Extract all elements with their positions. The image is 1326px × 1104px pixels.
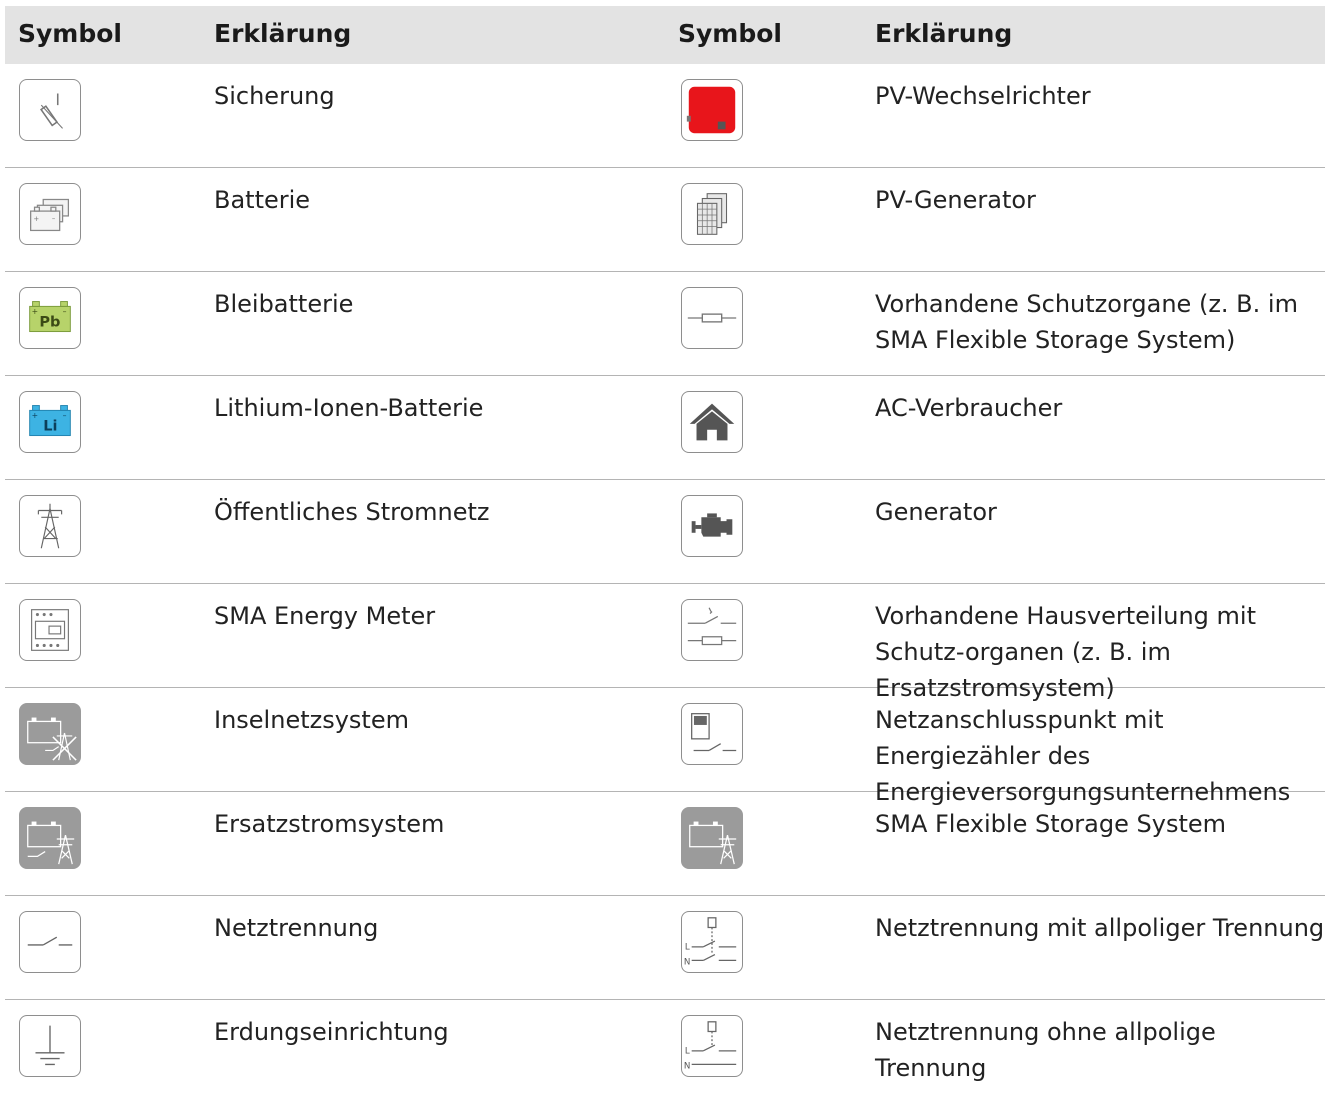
table-row: + – Batterie PV-Generator xyxy=(5,168,1325,272)
energy-meter-icon xyxy=(19,599,81,661)
row-label: PV-Generator xyxy=(875,186,1036,214)
row-label: Netztrennung mit allpoliger Trennung xyxy=(875,914,1325,942)
svg-text:Li: Li xyxy=(43,419,57,435)
header-explanation-right: Erklärung xyxy=(875,19,1013,48)
table-row: Sicherung PV-Wechselrichter xyxy=(5,64,1325,168)
row-label: AC-Verbraucher xyxy=(875,394,1063,422)
header-explanation-left: Erklärung xyxy=(214,19,352,48)
table-row: Netztrennung LN Netztrennung mit allpoli… xyxy=(5,896,1325,1000)
table-header: Symbol Erklärung Symbol Erklärung xyxy=(5,6,1325,64)
all-pole-disconnect-icon: LN xyxy=(681,911,743,973)
svg-text:N: N xyxy=(684,957,691,967)
fuse-icon xyxy=(19,79,81,141)
grid-connection-meter-icon xyxy=(681,703,743,765)
row-label: Batterie xyxy=(214,186,311,214)
row-label: SMA Flexible Storage System xyxy=(875,810,1226,838)
row-label: Sicherung xyxy=(214,82,335,110)
svg-text:+: + xyxy=(34,215,40,223)
row-label: Lithium-Ionen-Batterie xyxy=(214,394,484,422)
pv-inverter-icon xyxy=(681,79,743,141)
table-row: Li + – Lithium-Ionen-Batterie AC-Verbrau… xyxy=(5,376,1325,480)
non-all-pole-disconnect-icon: LN xyxy=(681,1015,743,1077)
distribution-board-icon xyxy=(681,599,743,661)
grounding-icon xyxy=(19,1015,81,1077)
row-label: Generator xyxy=(875,498,997,526)
table-row: Inselnetzsystem Netzanschlusspunkt mit E… xyxy=(5,688,1325,806)
battery-icon: + – xyxy=(19,183,81,245)
row-label: Vorhandene Schutzorgane (z. B. im SMA Fl… xyxy=(875,290,1298,354)
svg-text:–: – xyxy=(63,307,67,316)
row-label: Netztrennung xyxy=(214,914,379,942)
table-row: Pb + – Bleibatterie Vorhandene Schutzorg… xyxy=(5,272,1325,376)
row-label: Netztrennung ohne allpolige Trennung xyxy=(875,1018,1216,1082)
row-label: PV-Wechselrichter xyxy=(875,82,1091,110)
backup-system-icon xyxy=(19,807,81,869)
flexible-storage-icon xyxy=(681,807,743,869)
svg-text:+: + xyxy=(32,411,38,420)
svg-text:–: – xyxy=(52,215,56,223)
row-label: SMA Energy Meter xyxy=(214,602,436,630)
symbol-table: Symbol Erklärung Symbol Erklärung Sicher… xyxy=(5,6,1325,1104)
off-grid-system-icon xyxy=(19,703,81,765)
pv-generator-icon xyxy=(681,183,743,245)
svg-text:N: N xyxy=(684,1061,691,1071)
row-label: Ersatzstromsystem xyxy=(214,810,445,838)
svg-text:–: – xyxy=(63,411,67,420)
row-label: Öffentliches Stromnetz xyxy=(214,498,490,526)
svg-text:L: L xyxy=(685,943,690,953)
header-symbol-right: Symbol xyxy=(678,19,782,48)
row-label: Inselnetzsystem xyxy=(214,706,409,734)
svg-text:+: + xyxy=(32,307,38,316)
svg-text:L: L xyxy=(685,1047,690,1057)
engine-generator-icon xyxy=(681,495,743,557)
lead-battery-icon: Pb + – xyxy=(19,287,81,349)
table-row: Ersatzstromsystem SMA Flexible Storage S… xyxy=(5,792,1325,896)
table-row: SMA Energy Meter Vorhandene Hausverteilu… xyxy=(5,584,1325,702)
row-label: Erdungseinrichtung xyxy=(214,1018,449,1046)
power-pylon-icon xyxy=(19,495,81,557)
svg-text:Pb: Pb xyxy=(39,315,60,331)
row-label: Bleibatterie xyxy=(214,290,354,318)
table-row: Erdungseinrichtung LN Netztrennung ohne … xyxy=(5,1000,1325,1104)
house-icon xyxy=(681,391,743,453)
disconnect-switch-icon xyxy=(19,911,81,973)
lithium-battery-icon: Li + – xyxy=(19,391,81,453)
header-symbol-left: Symbol xyxy=(18,19,122,48)
protective-device-icon xyxy=(681,287,743,349)
table-row: Öffentliches Stromnetz Generator xyxy=(5,480,1325,584)
